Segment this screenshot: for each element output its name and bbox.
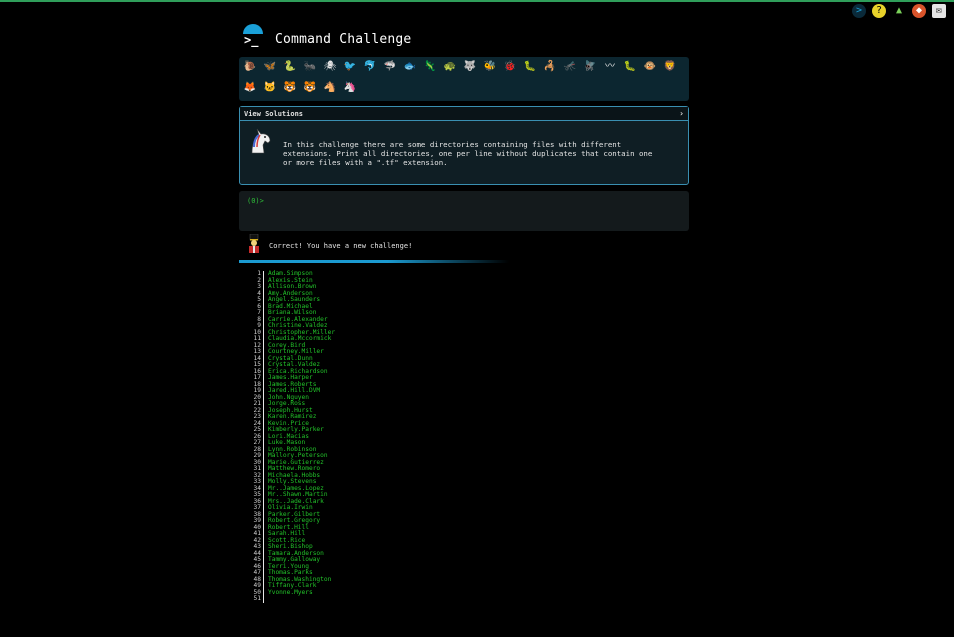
status-message: Correct! You have a new challenge! [269, 242, 413, 250]
output-line: 51 [249, 595, 335, 603]
help-icon[interactable]: ? [872, 4, 886, 18]
bee-badge-icon[interactable]: 🐝 [483, 60, 497, 74]
tiger2-badge-icon[interactable]: 🐯 [303, 81, 317, 95]
progress-bar [239, 260, 509, 263]
chevron-right-icon: › [679, 109, 684, 118]
badge-bar: 🐌 🦋 🐍 🐜 🕷 🐦 🐬 🦈 🐟 🦎 🐢 🐺 🐝 🐞 🐛 🦂 🦟 🪰 〰 🐛 🐵 🦁 🦊 🐱 🐯 🐯 🐴 🦄 [239, 57, 689, 101]
worm-badge-icon[interactable]: 🐛 [523, 60, 537, 74]
butterfly-badge-icon[interactable]: 🦋 [263, 60, 277, 74]
shark-badge-icon[interactable]: 🦈 [383, 60, 397, 74]
tiger-badge-icon[interactable]: 🐯 [283, 81, 297, 95]
eel-badge-icon[interactable]: 〰 [603, 60, 617, 74]
unicorn-icon [251, 128, 271, 154]
challenge-description: In this challenge there are some directo… [283, 140, 653, 167]
horse-badge-icon[interactable]: 🐴 [323, 81, 337, 95]
fox-icon[interactable]: ◆ [912, 4, 926, 18]
ladybug-badge-icon[interactable]: 🐞 [503, 60, 517, 74]
prompt-icon: >_ [244, 33, 259, 47]
snake-badge-icon[interactable]: 🐍 [283, 60, 297, 74]
cat-badge-icon[interactable]: 🐱 [263, 81, 277, 95]
view-solutions-label: View Solutions [244, 109, 304, 118]
line-number: 51 [249, 595, 264, 603]
lion-badge-icon[interactable]: 🦁 [663, 60, 677, 74]
ant-badge-icon[interactable]: 🐜 [303, 60, 317, 74]
bird-badge-icon[interactable]: 🐦 [343, 60, 357, 74]
mail-icon[interactable]: ✉ [932, 4, 946, 18]
wolf-badge-icon[interactable]: 🐺 [463, 60, 477, 74]
command-icon[interactable]: > [852, 4, 866, 18]
fish-badge-icon[interactable]: 🐟 [403, 60, 417, 74]
page-title: Command Challenge [275, 32, 412, 47]
lizard-badge-icon[interactable]: 🦎 [423, 60, 437, 74]
fly-badge-icon[interactable]: 🪰 [583, 60, 597, 74]
mosquito-badge-icon[interactable]: 🦟 [563, 60, 577, 74]
view-solutions-toggle[interactable]: View Solutions › [240, 107, 688, 121]
terminal-input[interactable]: (0)> [239, 191, 689, 231]
challenge-panel: View Solutions › In this challenge there… [239, 106, 689, 185]
logo[interactable]: >_ [241, 24, 265, 48]
dolphin-badge-icon[interactable]: 🐬 [363, 60, 377, 74]
monkey-badge-icon[interactable]: 🐵 [643, 60, 657, 74]
snail-badge-icon[interactable]: 🐌 [243, 60, 257, 74]
unicorn-badge-icon[interactable]: 🦄 [343, 81, 357, 95]
guard-avatar-icon [249, 234, 259, 253]
top-icon-bar: > ? ▲ ◆ ✉ [852, 4, 946, 18]
spider-badge-icon[interactable]: 🕷 [323, 60, 337, 74]
scorpion-badge-icon[interactable]: 🦂 [543, 60, 557, 74]
line-text: Yvonne.Myers [268, 588, 313, 596]
top-accent-line [0, 0, 954, 2]
fox-badge-icon[interactable]: 🦊 [243, 81, 257, 95]
caterpillar-badge-icon[interactable]: 🐛 [623, 60, 637, 74]
turtle-badge-icon[interactable]: 🐢 [443, 60, 457, 74]
command-output: 1 Adam.Simpson 2 Alexis.Stein 3 Allison.Brown… [249, 270, 335, 603]
line-text [264, 596, 268, 603]
tree-icon[interactable]: ▲ [892, 4, 906, 18]
terminal-prompt: (0)> [247, 197, 264, 205]
